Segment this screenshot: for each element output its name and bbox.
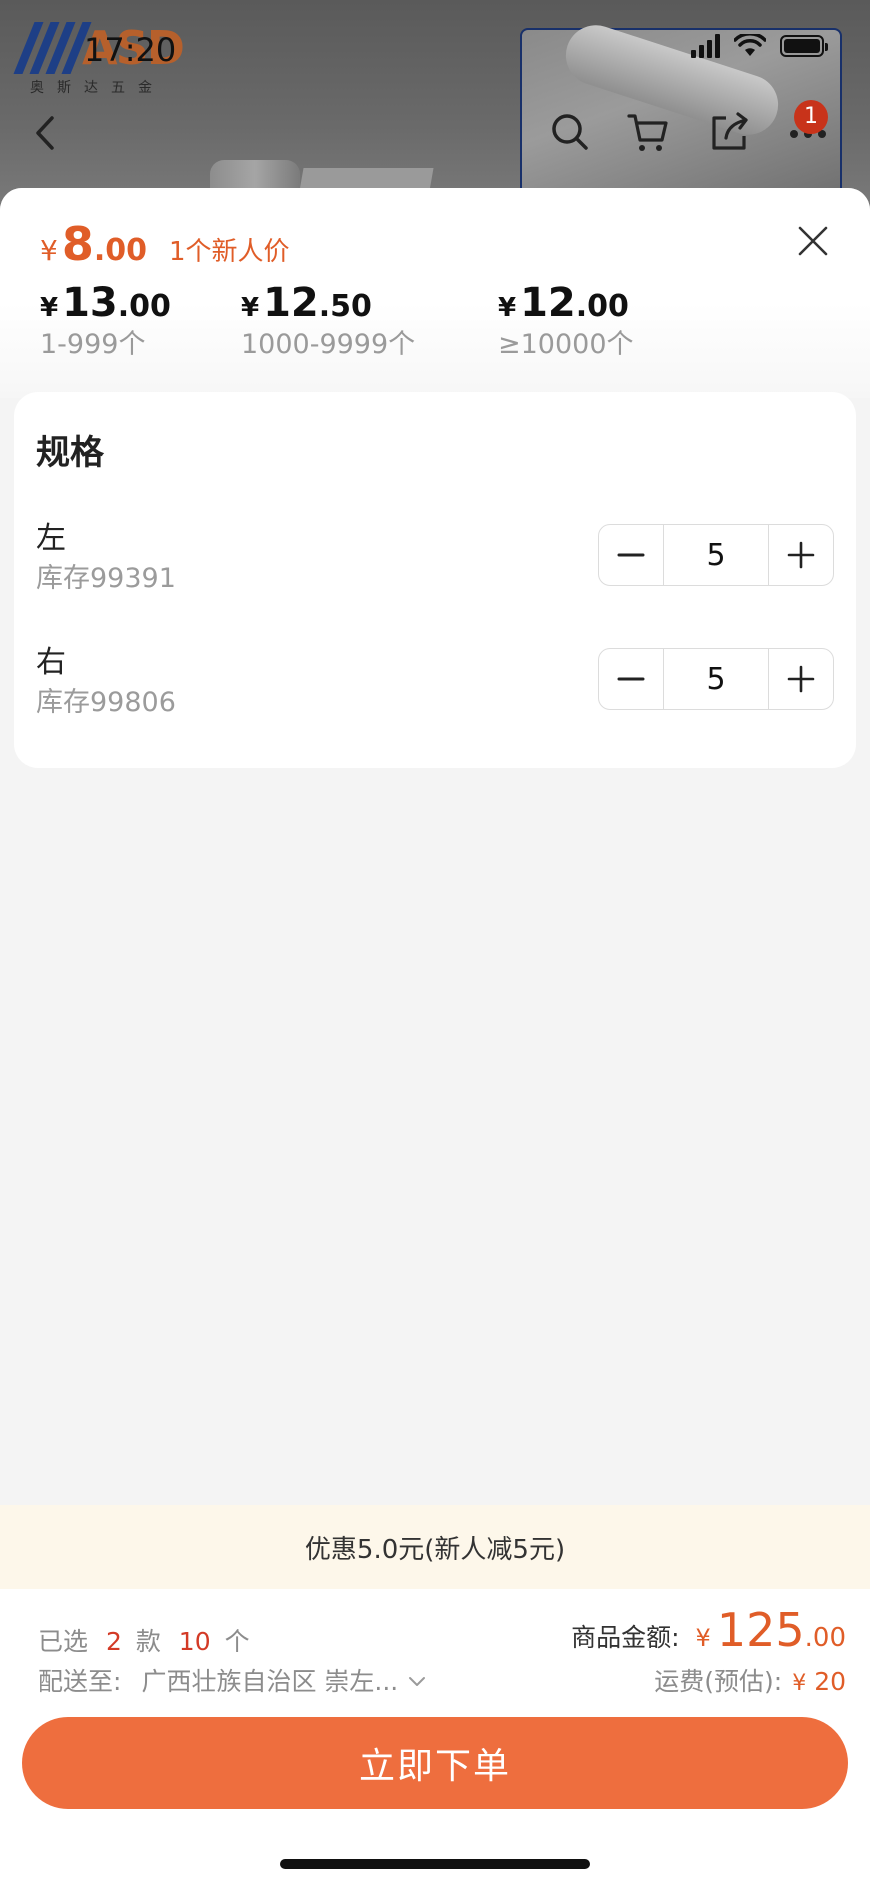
amount-decimal: .00 [804, 1623, 846, 1653]
plus-icon [787, 665, 815, 693]
status-icons [691, 34, 828, 58]
tier-range: ≥10000个 [498, 329, 634, 360]
tier-range: 1000-9999个 [241, 329, 416, 360]
spec-card: 规格 左 库存99391 5 右 库存99806 5 [14, 392, 856, 768]
share-icon[interactable] [708, 110, 752, 154]
signal-icon [691, 34, 720, 58]
price-tier: ¥ 12 .50 1000-9999个 [241, 280, 415, 362]
quantity-input[interactable]: 5 [663, 525, 769, 585]
new-user-price: ¥ 8 .00 1个新人价 [40, 218, 290, 270]
logo-cn-text: 奥斯达五金 [30, 80, 165, 96]
selected-kinds: 2 [105, 1627, 122, 1656]
minus-icon [617, 677, 645, 681]
ship-label: 配送至: [38, 1667, 122, 1696]
price-decimal: .00 [93, 233, 147, 268]
close-icon[interactable] [796, 224, 830, 258]
order-panel: 已选 2 款 10 个 配送至: 广西壮族自治区 崇左... 商品金额: ¥ 1… [0, 1589, 870, 1883]
price-integer: 12 [263, 280, 319, 326]
amount-label: 商品金额: [571, 1623, 680, 1652]
currency-symbol: ¥ [695, 1624, 711, 1652]
cart-icon[interactable] [626, 110, 670, 154]
chevron-down-icon [409, 1677, 426, 1686]
increment-button[interactable] [769, 649, 833, 709]
price-integer: 8 [61, 217, 94, 271]
quantity-stepper: 5 [598, 648, 834, 710]
currency-symbol: ¥ [40, 234, 58, 267]
ship-address: 广西壮族自治区 崇左... [141, 1667, 399, 1696]
spec-row-right: 右 库存99806 5 [14, 644, 856, 724]
currency-symbol: ¥ [241, 293, 260, 323]
price-integer: 13 [62, 280, 118, 326]
plus-icon [787, 541, 815, 569]
screen: ASD 奥斯达五金 17:20 1 ¥ 8 .00 1个新人价 ¥ 13 .00… [0, 0, 870, 1883]
promo-bar: 优惠5.0元(新人减5元) [0, 1505, 870, 1589]
increment-button[interactable] [769, 525, 833, 585]
currency-symbol: ¥ [498, 293, 517, 323]
quantity-stepper: 5 [598, 524, 834, 586]
selected-count: 10 [178, 1627, 211, 1656]
price-integer: 12 [520, 280, 576, 326]
spec-name: 右 [36, 645, 66, 680]
price-decimal: .50 [318, 289, 372, 324]
spec-name: 左 [36, 521, 66, 556]
wifi-icon [734, 34, 766, 56]
goods-amount: 商品金额: ¥ 125 .00 [571, 1603, 846, 1657]
place-order-button[interactable]: 立即下单 [22, 1717, 848, 1809]
price-decimal: .00 [575, 289, 629, 324]
tier-range: 1-999个 [40, 329, 146, 360]
currency-symbol: ¥ [40, 293, 59, 323]
count-unit: 个 [224, 1627, 250, 1656]
new-user-label: 1个新人价 [169, 237, 290, 267]
search-icon[interactable] [548, 110, 592, 154]
battery-icon [780, 35, 828, 57]
quantity-input[interactable]: 5 [663, 649, 769, 709]
kinds-unit: 款 [135, 1627, 161, 1656]
freight-label: 运费(预估): [654, 1667, 783, 1696]
status-time: 17:20 [84, 31, 177, 69]
minus-icon [617, 553, 645, 557]
decrement-button[interactable] [599, 525, 663, 585]
price-tier: ¥ 13 .00 1-999个 [40, 280, 171, 362]
currency-symbol: ¥ [792, 1671, 807, 1696]
price-tier: ¥ 12 .00 ≥10000个 [498, 280, 634, 362]
price-decimal: .00 [117, 289, 171, 324]
freight-value: 20 [814, 1667, 846, 1696]
selected-prefix: 已选 [38, 1627, 89, 1656]
spec-stock: 库存99806 [36, 687, 176, 718]
amount-integer: 125 [716, 1603, 805, 1657]
spec-title: 规格 [36, 433, 104, 473]
freight-estimate: 运费(预估): ¥ 20 [654, 1665, 846, 1701]
back-icon[interactable] [30, 110, 60, 156]
selection-summary: 已选 2 款 10 个 [38, 1625, 250, 1659]
home-indicator[interactable] [280, 1859, 590, 1869]
notification-badge: 1 [794, 100, 828, 134]
logo-stripes [13, 22, 92, 74]
decrement-button[interactable] [599, 649, 663, 709]
spec-stock: 库存99391 [36, 563, 176, 594]
spec-row-left: 左 库存99391 5 [14, 520, 856, 600]
shipping-address[interactable]: 配送至: 广西壮族自治区 崇左... [38, 1665, 426, 1699]
